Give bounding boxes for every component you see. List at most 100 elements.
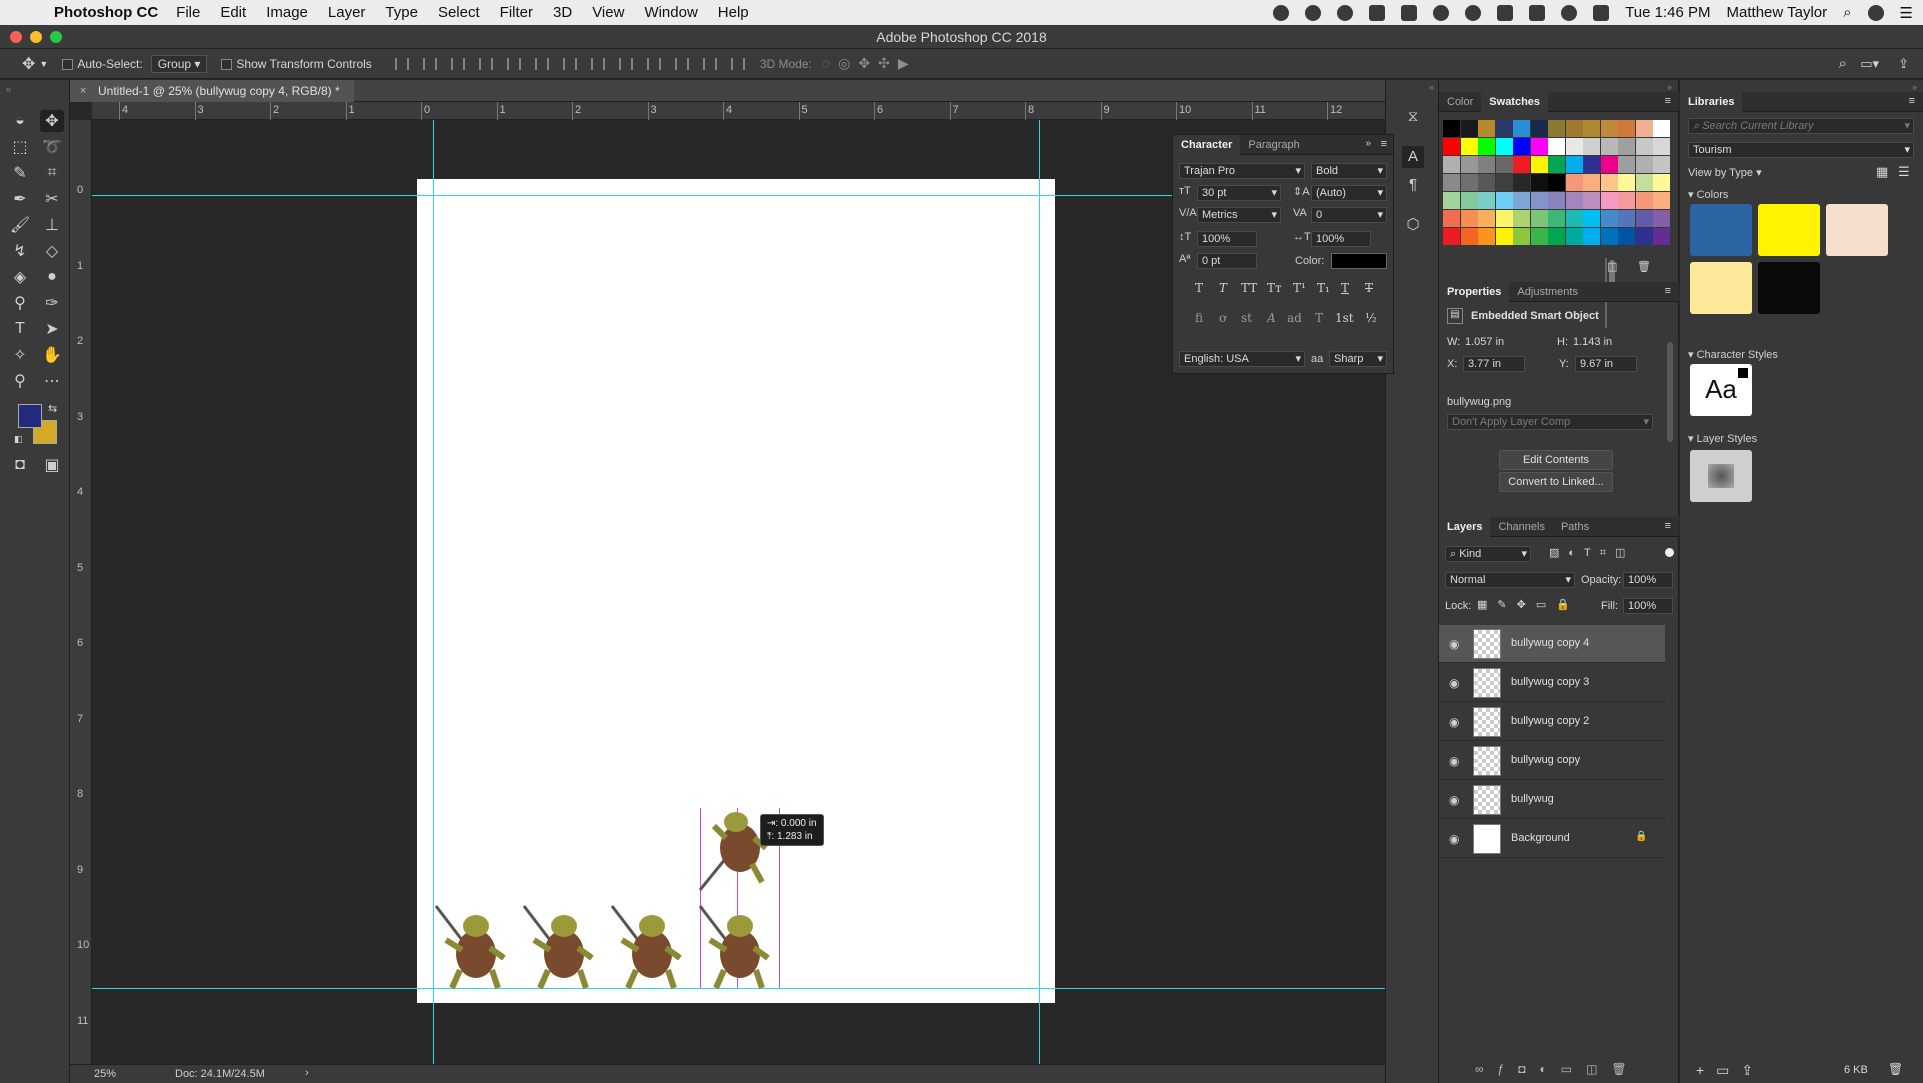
layer-row[interactable]: ◉ bullywug copy 3	[1439, 664, 1665, 702]
swatch[interactable]	[1565, 228, 1583, 245]
faux-bold-button[interactable]: T	[1195, 281, 1203, 295]
swatch[interactable]	[1460, 156, 1478, 173]
grid-view-icon[interactable]: ▦	[1876, 164, 1888, 180]
creative-cloud-icon[interactable]	[1337, 4, 1354, 21]
x-position-field[interactable]: 3.77 in	[1463, 356, 1525, 372]
swatch[interactable]	[1635, 210, 1653, 227]
swatch[interactable]	[1653, 120, 1670, 137]
wifi-icon[interactable]	[1561, 4, 1578, 21]
discretionary-ligatures-button[interactable]: ơ	[1219, 311, 1226, 325]
faux-italic-button[interactable]: T	[1219, 281, 1227, 295]
layer-row[interactable]: ◉ bullywug copy 2	[1439, 703, 1665, 741]
swatch[interactable]	[1513, 174, 1530, 191]
swatch[interactable]	[1460, 138, 1478, 155]
menu-3d[interactable]: 3D	[553, 4, 572, 21]
swatch[interactable]	[1495, 120, 1513, 137]
layer-row[interactable]: ◉ Background 🔒	[1439, 820, 1665, 858]
brush-tool-icon[interactable]: 🖌	[8, 214, 32, 236]
swatch[interactable]	[1583, 174, 1600, 191]
swatch[interactable]	[1653, 228, 1670, 245]
ligatures-button[interactable]: ﬁ	[1195, 311, 1203, 325]
swatch[interactable]	[1618, 228, 1635, 245]
app-menu[interactable]: Photoshop CC	[54, 4, 158, 21]
layer-style-tile[interactable]	[1690, 450, 1752, 502]
swatch[interactable]	[1495, 228, 1513, 245]
swatch[interactable]	[1583, 138, 1600, 155]
ordinals-button[interactable]: 1st	[1335, 311, 1354, 325]
layers-menu-icon[interactable]: ≡	[1665, 520, 1671, 532]
menu-file[interactable]: File	[176, 4, 200, 21]
y-position-field[interactable]: 9.67 in	[1575, 356, 1637, 372]
tab-layers[interactable]: Layers	[1439, 516, 1491, 537]
swatch[interactable]	[1600, 174, 1618, 191]
swatch[interactable]	[1653, 174, 1670, 191]
layer-row[interactable]: ◉ bullywug	[1439, 781, 1665, 819]
quick-mask-icon[interactable]: ◘	[8, 454, 32, 476]
swap-colors-icon[interactable]: ⇆	[48, 402, 57, 415]
swatch[interactable]	[1565, 210, 1583, 227]
swatch[interactable]	[1478, 120, 1495, 137]
swatch[interactable]	[1618, 192, 1635, 209]
swatch[interactable]	[1635, 138, 1653, 155]
tab-swatches[interactable]: Swatches	[1481, 91, 1549, 112]
spotlight-icon[interactable]: ⌕	[1843, 4, 1851, 21]
layer-row[interactable]: ◉ bullywug copy	[1439, 742, 1665, 780]
menu-window[interactable]: Window	[644, 4, 697, 21]
menubar-clock[interactable]: Tue 1:46 PM	[1625, 4, 1710, 21]
fractions-button[interactable]: ½	[1365, 311, 1377, 325]
swatch[interactable]	[1548, 120, 1565, 137]
code-icon[interactable]	[1529, 4, 1546, 21]
horizontal-scale-field[interactable]: 100%	[1311, 231, 1371, 247]
swatches-menu-icon[interactable]: ≡	[1665, 95, 1671, 107]
vertical-scale-field[interactable]: 100%	[1197, 231, 1257, 247]
swatch[interactable]	[1513, 138, 1530, 155]
swatch[interactable]	[1653, 210, 1670, 227]
library-color-swatch[interactable]	[1758, 262, 1820, 314]
align-hcenter-icon[interactable]	[506, 57, 521, 70]
swatch[interactable]	[1513, 228, 1530, 245]
menu-image[interactable]: Image	[266, 4, 308, 21]
swatch[interactable]	[1635, 228, 1653, 245]
visibility-eye-icon[interactable]: ◉	[1449, 754, 1463, 768]
paragraph-panel-icon[interactable]: ¶	[1402, 174, 1424, 196]
swatch[interactable]	[1600, 138, 1618, 155]
width-value[interactable]: 1.057 in	[1465, 336, 1504, 348]
align-left-icon[interactable]	[478, 57, 493, 70]
swatch[interactable]	[1618, 174, 1635, 191]
list-view-icon[interactable]: ☰	[1898, 164, 1910, 180]
swatch[interactable]	[1460, 174, 1478, 191]
font-style-select[interactable]: Bold ▾	[1311, 163, 1387, 179]
distribute-vcenter-icon[interactable]	[590, 57, 605, 70]
swatch[interactable]	[1548, 210, 1565, 227]
expand-panel-icon[interactable]: »	[1365, 138, 1371, 149]
baseline-shift-field[interactable]: 0 pt	[1197, 253, 1257, 269]
leading-field[interactable]: (Auto) ▾	[1311, 185, 1387, 201]
swatch[interactable]	[1548, 192, 1565, 209]
swatch[interactable]	[1530, 192, 1548, 209]
swatch[interactable]	[1600, 120, 1618, 137]
swatch[interactable]	[1443, 156, 1460, 173]
library-footer-icons[interactable]: +▭⇪	[1696, 1062, 1765, 1079]
swatch[interactable]	[1583, 120, 1600, 137]
lock-icon[interactable]: 🔒	[1635, 831, 1647, 842]
marquee-tool-icon[interactable]: ⬚	[8, 136, 32, 158]
dodge-tool-icon[interactable]: ⚲	[8, 292, 32, 314]
tab-adjustments[interactable]: Adjustments	[1509, 282, 1586, 302]
layer-filter-select[interactable]: ⌕ Kind ▾	[1445, 546, 1531, 562]
swatch[interactable]	[1530, 156, 1548, 173]
lock-options-icons[interactable]: ▦✎✥▭🔒	[1477, 598, 1580, 611]
zoom-level[interactable]: 25%	[94, 1068, 116, 1080]
time-machine-icon[interactable]	[1433, 4, 1450, 21]
foreground-color-swatch[interactable]	[18, 404, 42, 428]
tab-character[interactable]: Character	[1173, 134, 1241, 155]
swatch[interactable]	[1513, 120, 1530, 137]
close-tab-icon[interactable]: ×	[80, 80, 86, 102]
quick-select-tool-icon[interactable]: ✎	[8, 162, 32, 184]
library-select[interactable]: Tourism ▾	[1688, 142, 1914, 158]
swatch[interactable]	[1513, 210, 1530, 227]
distribute-hcenter-icon[interactable]	[674, 57, 689, 70]
swatch[interactable]	[1530, 120, 1548, 137]
battery-icon[interactable]	[1497, 4, 1514, 21]
blur-tool-icon[interactable]: ●	[40, 266, 64, 288]
distribute-right-icon[interactable]	[702, 57, 717, 70]
